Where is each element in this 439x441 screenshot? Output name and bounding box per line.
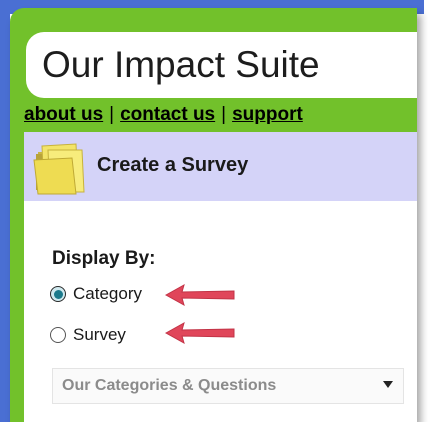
chevron-down-icon[interactable] — [383, 381, 393, 388]
category-select-value: Our Categories & Questions — [62, 377, 277, 394]
nav-support-link[interactable]: support — [232, 104, 303, 125]
top-nav: about us | contact us | support — [24, 104, 303, 126]
panel-header: Create a Survey — [24, 132, 417, 201]
folder-icon — [33, 143, 85, 195]
radio-survey-button[interactable] — [50, 327, 66, 343]
radio-category-button[interactable] — [50, 286, 66, 302]
display-by-label: Display By: — [52, 248, 156, 269]
title-banner: Our Impact Suite — [26, 32, 417, 98]
create-survey-panel: Create a Survey Display By: Category Sur… — [24, 132, 417, 422]
nav-about-link[interactable]: about us — [24, 104, 103, 125]
radio-survey[interactable]: Survey — [50, 325, 126, 345]
page-bottom — [0, 422, 439, 441]
radio-category-label: Category — [73, 284, 142, 303]
arrow-icon — [164, 321, 235, 345]
app-title: Our Impact Suite — [42, 44, 320, 85]
nav-separator: | — [109, 104, 115, 125]
radio-survey-label: Survey — [73, 325, 126, 344]
radio-category[interactable]: Category — [50, 284, 142, 304]
arrow-icon — [164, 283, 235, 307]
category-select[interactable]: Our Categories & Questions — [52, 368, 404, 404]
nav-separator: | — [221, 104, 227, 125]
nav-contact-link[interactable]: contact us — [120, 104, 215, 125]
window-edge-left — [0, 0, 10, 441]
panel-title: Create a Survey — [97, 154, 249, 176]
